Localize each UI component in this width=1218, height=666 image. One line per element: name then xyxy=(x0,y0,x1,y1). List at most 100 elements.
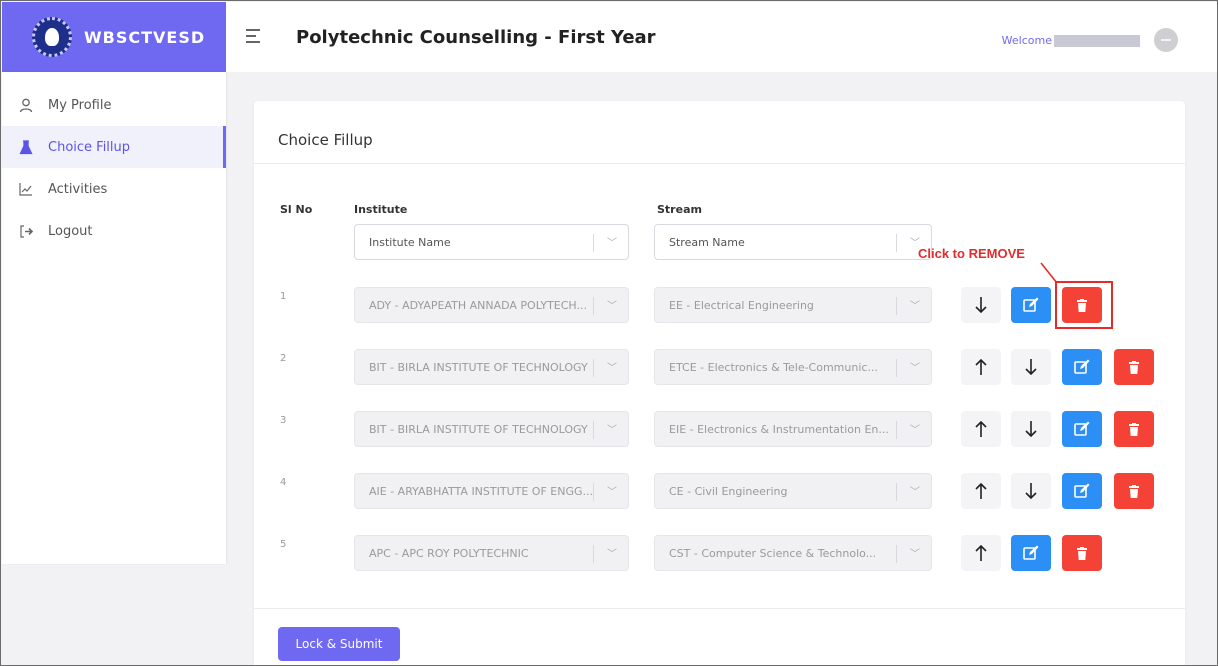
user-icon xyxy=(18,97,34,113)
move-up-button[interactable] xyxy=(961,473,1001,509)
trash-icon xyxy=(1077,546,1087,560)
arrow-down-icon xyxy=(1025,421,1037,438)
arrow-down-icon xyxy=(975,297,987,314)
move-down-button[interactable] xyxy=(1011,473,1051,509)
sidebar-item-logout[interactable]: Logout xyxy=(2,210,226,252)
arrow-up-icon xyxy=(975,482,987,499)
lock-submit-button[interactable]: Lock & Submit xyxy=(278,627,400,661)
move-up-button[interactable] xyxy=(961,349,1001,385)
chevron-down-icon: ﹀ xyxy=(607,238,617,249)
institute-select[interactable]: BIT - BIRLA INSTITUTE OF TECHNOLOGY ﹀ xyxy=(354,411,629,447)
delete-button[interactable] xyxy=(1114,411,1154,447)
delete-button[interactable] xyxy=(1114,473,1154,509)
institute-value: BIT - BIRLA INSTITUTE OF TECHNOLOGY xyxy=(369,422,588,436)
edit-button[interactable] xyxy=(1062,473,1102,509)
trash-icon xyxy=(1129,422,1139,436)
select-separator xyxy=(593,234,594,252)
chevron-down-icon: ﹀ xyxy=(910,301,920,312)
move-up-button[interactable] xyxy=(961,535,1001,571)
menu-toggle-icon[interactable] xyxy=(246,28,262,47)
institute-value: ADY - ADYAPEATH ANNADA POLYTECH... xyxy=(369,298,588,312)
institute-value: AIE - ARYABHATTA INSTITUTE OF ENGG... xyxy=(369,484,593,498)
divider xyxy=(254,608,1185,609)
stream-filter-placeholder: Stream Name xyxy=(669,235,745,249)
edit-icon xyxy=(1074,483,1090,498)
stream-filter-select[interactable]: Stream Name ﹀ xyxy=(654,224,932,260)
annotation-highlight-box xyxy=(1055,281,1113,329)
select-separator xyxy=(593,359,594,377)
chevron-down-icon: ﹀ xyxy=(607,487,617,498)
move-down-button[interactable] xyxy=(1011,349,1051,385)
stream-select[interactable]: EIE - Electronics & Instrumentation En..… xyxy=(654,411,932,447)
stream-value: CST - Computer Science & Technolo... xyxy=(669,546,877,560)
card-title: Choice Fillup xyxy=(278,131,373,149)
welcome-label: Welcome xyxy=(1001,34,1052,47)
avatar[interactable] xyxy=(1154,28,1178,52)
edit-button[interactable] xyxy=(1011,535,1051,571)
institute-filter-select[interactable]: Institute Name ﹀ xyxy=(354,224,629,260)
edit-icon xyxy=(1074,421,1090,436)
delete-button[interactable] xyxy=(1062,535,1102,571)
column-header-institute: Institute xyxy=(354,203,408,216)
select-separator xyxy=(896,234,897,252)
institute-value: APC - APC ROY POLYTECHNIC xyxy=(369,546,529,560)
row-sl-number: 2 xyxy=(280,353,287,364)
chevron-down-icon: ﹀ xyxy=(910,425,920,436)
move-down-button[interactable] xyxy=(1011,411,1051,447)
sidebar: My Profile Choice Fillup Activities Logo… xyxy=(2,72,226,564)
stream-select[interactable]: ETCE - Electronics & Tele-Communic... ﹀ xyxy=(654,349,932,385)
column-header-sl-no: Sl No xyxy=(280,203,313,216)
stream-value: EE - Electrical Engineering xyxy=(669,298,814,312)
select-separator xyxy=(896,359,897,377)
chevron-down-icon: ﹀ xyxy=(910,549,920,560)
edit-icon xyxy=(1023,545,1039,560)
edit-icon xyxy=(1074,359,1090,374)
trash-icon xyxy=(1129,484,1139,498)
arrow-down-icon xyxy=(1025,359,1037,376)
sidebar-item-label: Logout xyxy=(48,223,93,239)
edit-button[interactable] xyxy=(1062,349,1102,385)
logout-icon xyxy=(18,223,34,239)
stream-select[interactable]: CST - Computer Science & Technolo... ﹀ xyxy=(654,535,932,571)
row-sl-number: 4 xyxy=(280,477,287,488)
institute-select[interactable]: AIE - ARYABHATTA INSTITUTE OF ENGG... ﹀ xyxy=(354,473,629,509)
arrow-up-icon xyxy=(975,420,987,437)
arrow-down-icon xyxy=(1025,483,1037,500)
flask-icon xyxy=(18,139,34,155)
chevron-down-icon: ﹀ xyxy=(607,549,617,560)
row-sl-number: 1 xyxy=(280,291,287,302)
move-up-button[interactable] xyxy=(961,411,1001,447)
edit-button[interactable] xyxy=(1011,287,1051,323)
sidebar-item-label: My Profile xyxy=(48,97,112,113)
institute-select[interactable]: BIT - BIRLA INSTITUTE OF TECHNOLOGY ﹀ xyxy=(354,349,629,385)
chevron-down-icon: ﹀ xyxy=(607,301,617,312)
delete-button[interactable] xyxy=(1114,349,1154,385)
divider xyxy=(254,163,1185,164)
trash-icon xyxy=(1129,360,1139,374)
sidebar-item-label: Choice Fillup xyxy=(48,139,131,155)
row-sl-number: 5 xyxy=(280,539,287,550)
stream-select[interactable]: CE - Civil Engineering ﹀ xyxy=(654,473,932,509)
brand-name: WBSCTVESD xyxy=(84,27,206,47)
stream-select[interactable]: EE - Electrical Engineering ﹀ xyxy=(654,287,932,323)
stream-value: CE - Civil Engineering xyxy=(669,484,788,498)
edit-icon xyxy=(1023,297,1039,312)
sidebar-item-activities[interactable]: Activities xyxy=(2,168,226,210)
sidebar-item-choice-fillup[interactable]: Choice Fillup xyxy=(2,126,226,168)
institute-filter-placeholder: Institute Name xyxy=(369,235,451,249)
edit-button[interactable] xyxy=(1062,411,1102,447)
move-down-button[interactable] xyxy=(961,287,1001,323)
stream-value: EIE - Electronics & Instrumentation En..… xyxy=(669,422,889,436)
chevron-down-icon: ﹀ xyxy=(607,363,617,374)
brand-header: WBSCTVESD xyxy=(2,2,226,72)
institute-select[interactable]: ADY - ADYAPEATH ANNADA POLYTECH... ﹀ xyxy=(354,287,629,323)
stream-value: ETCE - Electronics & Tele-Communic... xyxy=(669,360,878,374)
redacted-username xyxy=(1054,34,1140,47)
arrow-up-icon xyxy=(975,358,987,375)
select-separator xyxy=(896,545,897,563)
welcome-text: Welcome xyxy=(1002,34,1140,47)
select-separator xyxy=(593,545,594,563)
app-window: WBSCTVESD My Profile Choice Fillup Activ… xyxy=(0,0,1218,666)
sidebar-item-my-profile[interactable]: My Profile xyxy=(2,84,226,126)
institute-select[interactable]: APC - APC ROY POLYTECHNIC ﹀ xyxy=(354,535,629,571)
